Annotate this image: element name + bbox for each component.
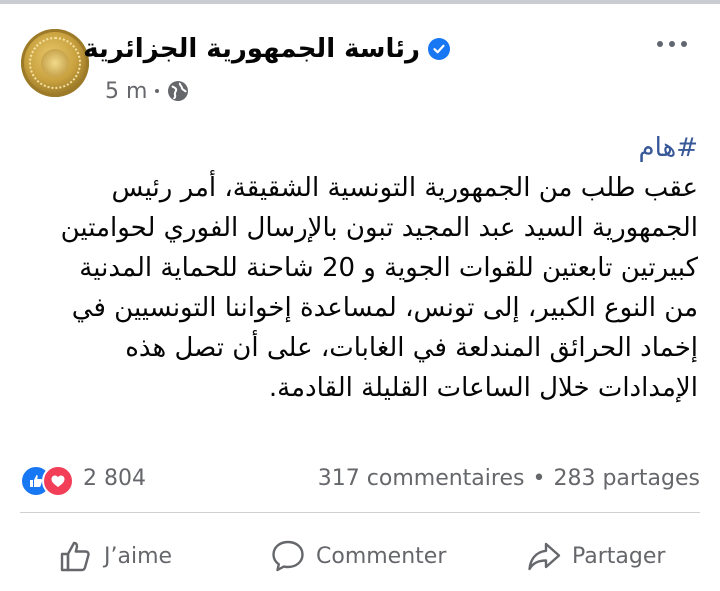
share-arrow-icon bbox=[528, 542, 561, 571]
share-button[interactable]: Partager bbox=[526, 536, 665, 576]
reaction-icons[interactable] bbox=[20, 465, 80, 497]
reactions-row: 2 804 317 commentaires • 283 partages bbox=[20, 459, 700, 499]
like-label: J’aime bbox=[104, 543, 173, 569]
comment-label: Commenter bbox=[316, 543, 447, 569]
globe-icon bbox=[168, 81, 189, 101]
thumbs-up-icon bbox=[60, 541, 90, 572]
like-button[interactable]: J’aime bbox=[58, 536, 172, 576]
meta-separator-dot bbox=[155, 89, 160, 93]
post-hashtag[interactable]: #هام bbox=[8, 128, 698, 168]
comment-bubble-icon bbox=[272, 540, 304, 572]
engagement-stats: 317 commentaires • 283 partages bbox=[318, 464, 700, 494]
post-text: #هام عقب طلب من الجمهورية التونسية الشقي… bbox=[8, 128, 698, 438]
actions-divider bbox=[20, 512, 700, 513]
more-options-icon[interactable] bbox=[650, 24, 694, 64]
share-label: Partager bbox=[572, 543, 666, 569]
post-meta: 5 m bbox=[105, 77, 189, 105]
post-body: عقب طلب من الجمهورية التونسية الشقيقة، أ… bbox=[60, 173, 698, 403]
shares-count[interactable]: 283 partages bbox=[553, 464, 700, 494]
post-actions-bar: J’aime Commenter Partager bbox=[0, 520, 720, 590]
post-time[interactable]: 5 m bbox=[105, 79, 147, 104]
engagement-separator: • bbox=[532, 466, 546, 491]
page-name-row: رئاسة الجمهورية الجزائرية bbox=[83, 29, 450, 69]
comments-count[interactable]: 317 commentaires bbox=[318, 464, 525, 494]
page-avatar[interactable] bbox=[21, 29, 89, 97]
post-header: رئاسة الجمهورية الجزائرية 5 m bbox=[0, 4, 720, 104]
comment-button[interactable]: Commenter bbox=[270, 536, 446, 576]
page-name[interactable]: رئاسة الجمهورية الجزائرية bbox=[83, 34, 420, 64]
love-reaction-icon bbox=[42, 465, 74, 497]
reaction-count[interactable]: 2 804 bbox=[83, 464, 146, 494]
avatar-seal-center bbox=[41, 49, 69, 77]
verified-badge-icon bbox=[428, 38, 450, 60]
